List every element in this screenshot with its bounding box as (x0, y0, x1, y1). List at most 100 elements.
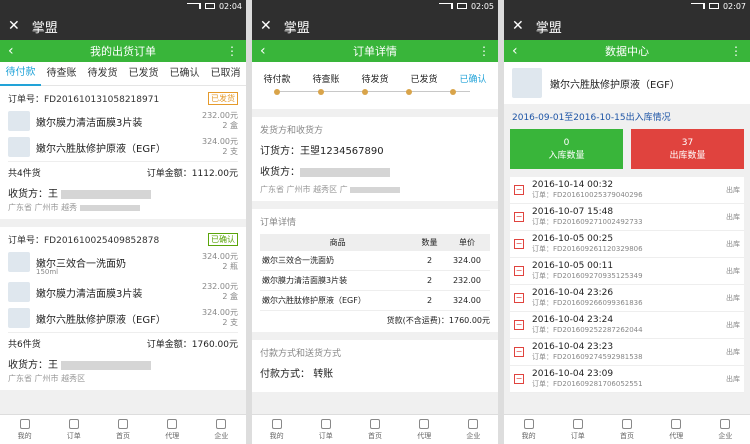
orders-icon (68, 418, 79, 429)
product-price: 232.00元 (202, 111, 238, 120)
nav-company[interactable]: 企业 (449, 415, 498, 444)
step-label: 待查账 (312, 75, 340, 85)
list-item[interactable]: −2016-10-04 23:24 订单：FD201609252287262044… (510, 312, 744, 339)
list-item[interactable]: −2016-10-04 23:26 订单：FD201609266099361836… (510, 285, 744, 312)
nav-company[interactable]: 企业 (197, 415, 246, 444)
minus-icon: − (514, 320, 524, 330)
step-dot (406, 89, 412, 95)
tab-cancelled[interactable]: 已取消 (205, 63, 246, 85)
status-bar: 02:04 (0, 0, 246, 12)
tab-confirmed[interactable]: 已确认 (164, 63, 205, 85)
nav-me[interactable]: 我的 (0, 415, 49, 444)
list-item[interactable]: −2016-10-07 15:48 订单：FD201609271002492733… (510, 204, 744, 231)
item-count: 共4件货 (8, 169, 41, 179)
screen-order-detail: 02:05 ✕ 掌盟 ‹ 订单详情 ⋮ 待付款 待查账 待发货 已发货 已确认 (252, 0, 498, 444)
list-item[interactable]: −2016-10-04 23:09 订单：FD201609281706052551… (510, 366, 744, 393)
more-icon[interactable]: ⋮ (472, 44, 490, 58)
nav-agent[interactable]: 代理 (400, 415, 449, 444)
company-icon (468, 418, 479, 429)
back-icon[interactable]: ‹ (8, 43, 26, 59)
page-header: ‹ 订单详情 ⋮ (252, 40, 498, 62)
inbound-count: 0 (563, 137, 570, 148)
step-label-active: 已确认 (459, 75, 487, 85)
app-bar: ✕ 掌盟 (252, 12, 498, 40)
clock: 02:07 (722, 1, 746, 11)
nav-home[interactable]: 首页 (350, 415, 399, 444)
minus-icon: − (514, 185, 524, 195)
agent-icon (419, 418, 430, 429)
redacted (350, 186, 401, 193)
shipper: 订货方：王曌1234567890 (260, 146, 384, 157)
list-item[interactable]: −2016-10-05 00:11 订单：FD201609270935125349… (510, 258, 744, 285)
order-card[interactable]: 订单号：FD201610131058218971 已发货 嫩尔膜力清洁面膜3片装… (0, 86, 246, 219)
product-qty: 2 瓶 (222, 262, 238, 271)
company-icon (216, 418, 227, 429)
nav-orders[interactable]: 订单 (553, 415, 602, 444)
screen-data-center: 02:07 ✕ 掌盟 ‹ 数据中心 ⋮ 嫩尔六胜肽修护原液（EGF） 2016-… (504, 0, 750, 444)
outbound-label: 出库数量 (669, 150, 706, 161)
list-item[interactable]: −2016-10-04 23:23 订单：FD201609274592981538… (510, 339, 744, 366)
nav-me[interactable]: 我的 (252, 415, 301, 444)
close-icon[interactable]: ✕ (8, 18, 20, 34)
tab-pending-ship[interactable]: 待发货 (82, 63, 123, 85)
nav-agent[interactable]: 代理 (652, 415, 701, 444)
close-icon[interactable]: ✕ (512, 18, 524, 34)
step-label: 已发货 (410, 75, 438, 85)
product-price: 324.00元 (202, 137, 238, 146)
section-title: 订单详情 (260, 218, 297, 228)
bottom-nav: 我的 订单 首页 代理 企业 (252, 414, 498, 444)
table-row: 嫩尔六胜肽修护原液（EGF） 2 324.00 (260, 290, 490, 311)
battery-icon (708, 3, 719, 9)
outbound-stat[interactable]: 37 出库数量 (631, 129, 744, 169)
nav-agent[interactable]: 代理 (148, 415, 197, 444)
status-badge: 已确认 (208, 233, 238, 246)
more-icon[interactable]: ⋮ (220, 44, 238, 58)
inbound-stat[interactable]: 0 入库数量 (510, 129, 623, 169)
back-icon[interactable]: ‹ (512, 43, 530, 59)
step-dot (318, 89, 324, 95)
address: 广东省 广州市 越秀 (8, 203, 78, 212)
tab-pending-payment[interactable]: 待付款 (0, 62, 41, 86)
close-icon[interactable]: ✕ (260, 18, 272, 34)
list-item: 嫩尔六胜肽修护原液（EGF） 324.00元 2 支 (8, 308, 238, 328)
table-row: 嫩尔膜力清洁面膜3片装 2 232.00 (260, 270, 490, 291)
list-item: 嫩尔膜力清洁面膜3片装 232.00元 2 盒 (8, 111, 238, 131)
order-total: 货款(不含运费)：1760.00元 (386, 316, 490, 325)
section-title: 发货方和收货方 (260, 126, 324, 136)
product-qty: 2 盒 (222, 292, 238, 301)
bottom-nav: 我的 订单 首页 代理 企业 (504, 414, 750, 444)
nav-me[interactable]: 我的 (504, 415, 553, 444)
product-image (8, 252, 30, 272)
product-header: 嫩尔六胜肽修护原液（EGF） (504, 62, 750, 104)
signal-icon (438, 3, 453, 9)
product-price: 324.00元 (202, 308, 238, 317)
product-image (8, 308, 30, 328)
back-icon[interactable]: ‹ (260, 43, 278, 59)
nav-home[interactable]: 首页 (98, 415, 147, 444)
col-qty: 数量 (415, 234, 444, 251)
tab-pending-audit[interactable]: 待查账 (41, 63, 82, 85)
nav-home[interactable]: 首页 (602, 415, 651, 444)
battery-icon (456, 3, 467, 9)
recipient: 收货方：王 (8, 360, 58, 371)
minus-icon: − (514, 266, 524, 276)
list-item[interactable]: −2016-10-05 00:25 订单：FD201609261120329806… (510, 231, 744, 258)
order-number: 订单号：FD201610025409852878 (8, 236, 160, 246)
nav-orders[interactable]: 订单 (301, 415, 350, 444)
redacted (61, 189, 152, 199)
signal-icon (186, 3, 201, 9)
list-item[interactable]: −2016-10-14 00:32 订单：FD2016100253790402​9… (510, 177, 744, 204)
more-icon[interactable]: ⋮ (724, 44, 742, 58)
status-badge: 已发货 (208, 92, 238, 105)
redacted (61, 360, 152, 370)
nav-orders[interactable]: 订单 (49, 415, 98, 444)
details-section: 订单详情 商品 数量 单价 嫩尔三效合一洗面奶 2 324.00 嫩尔膜力清洁面… (252, 209, 498, 332)
item-count: 共6件货 (8, 340, 41, 350)
nav-company[interactable]: 企业 (701, 415, 750, 444)
tab-shipped[interactable]: 已发货 (123, 63, 164, 85)
order-items-table: 商品 数量 单价 嫩尔三效合一洗面奶 2 324.00 嫩尔膜力清洁面膜3片装 (260, 234, 490, 311)
table-row: 嫩尔三效合一洗面奶 2 324.00 (260, 251, 490, 271)
product-qty: 2 支 (222, 318, 238, 327)
company-icon (720, 418, 731, 429)
order-card[interactable]: 订单号：FD201610025409852878 已确认 嫩尔三效合一洗面奶 3… (0, 227, 246, 390)
